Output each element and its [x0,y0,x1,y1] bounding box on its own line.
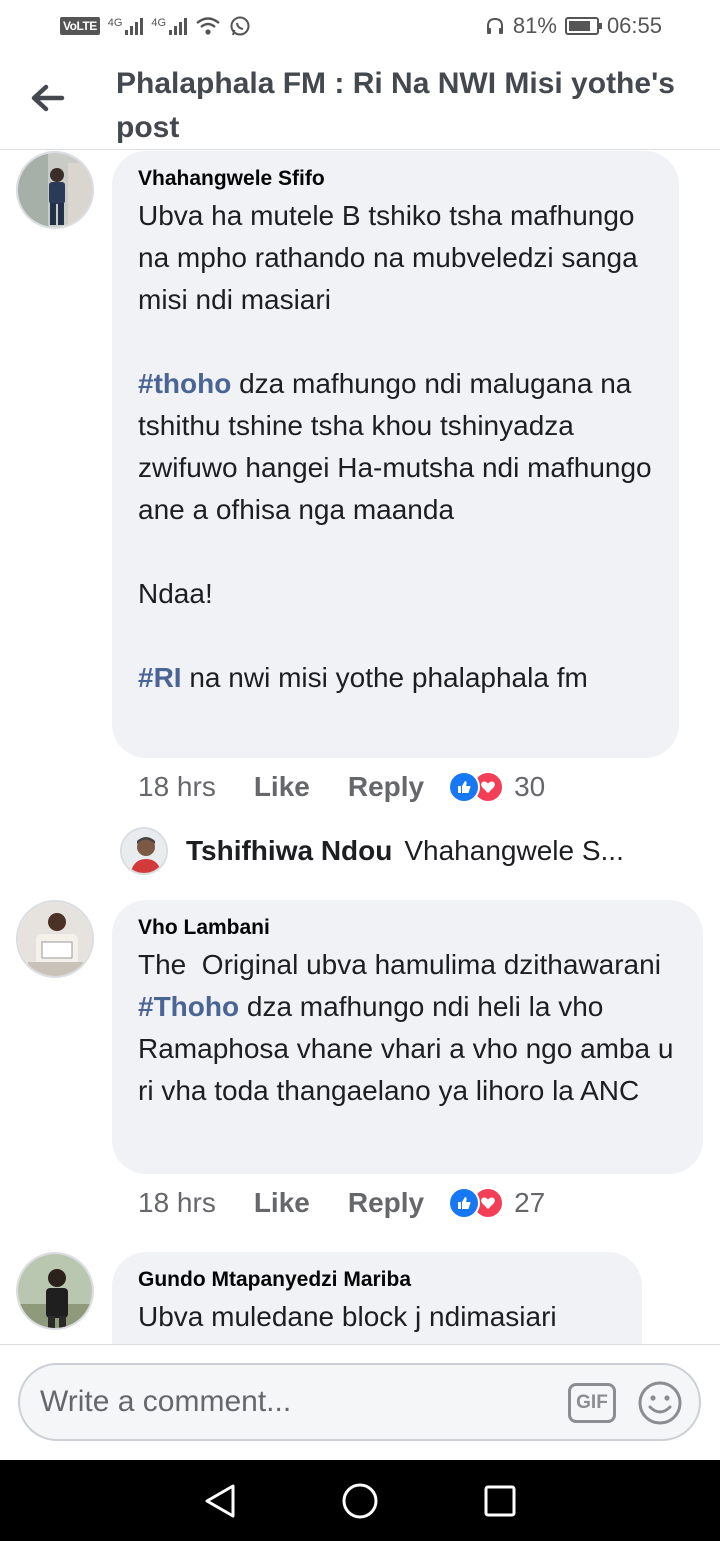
back-arrow-icon [31,84,65,112]
status-left: VoLTE 4G 4G [60,15,251,37]
volte-badge: VoLTE [60,17,100,35]
like-reaction-icon [448,771,481,803]
person-photo-icon [122,829,166,873]
reaction-count[interactable]: 27 [514,1187,545,1219]
page-header: Phalaphala FM : Ri Na NWI Misi yothe's p… [0,52,720,150]
comment-paragraph: Ubva muledane block j ndimasiari [138,1296,616,1338]
battery-icon [564,17,602,35]
status-right: 81% 06:55 [485,13,662,39]
comment-text-segment: The Original ubva hamulima dzithawarani [138,949,669,980]
comment-author[interactable]: Vhahangwele Sfifo [138,167,653,191]
comment-paragraph: Ndaa! [138,573,653,615]
reply-button[interactable]: Reply [348,1187,424,1219]
back-button[interactable] [28,80,68,116]
comment-list[interactable]: Vhahangwele Sfifo Ubva ha mutele B tshik… [0,151,720,1344]
person-photo-icon [18,902,92,976]
nav-recents-button[interactable] [480,1481,520,1521]
comment-time[interactable]: 18 hrs [138,771,216,803]
comment-paragraph: #RI na nwi misi yothe phalaphala fm [138,657,653,699]
hashtag-link[interactable]: #thoho [138,368,231,399]
comment-composer: Write a comment... GIF [0,1344,720,1460]
comment-bubble[interactable]: Gundo Mtapanyedzi Mariba Ubva muledane b… [112,1252,642,1344]
whatsapp-icon [230,16,250,36]
avatar[interactable] [16,1252,94,1330]
headphones-icon [486,17,503,34]
circle-home-icon [342,1483,378,1518]
avatar[interactable] [16,900,94,978]
reply-avatar[interactable] [120,827,168,875]
gif-button[interactable]: GIF [568,1383,616,1423]
status-bar: VoLTE 4G 4G 81% 06:55 [0,0,720,52]
like-button[interactable]: Like [254,771,310,803]
reaction-icons[interactable] [448,1187,505,1219]
comment-paragraph: Ubva ha mutele B tshiko tsha mafhungo na… [138,195,653,321]
comment-actions: 18 hrs Like Reply 27 [138,1187,545,1219]
wifi-icon [196,17,220,35]
comment-text: The Original ubva hamulima dzithawarani … [138,944,677,1112]
comment-text-segment: Ndaa! [138,578,213,609]
like-button[interactable]: Like [254,1187,310,1219]
system-nav-bar [0,1460,720,1541]
reply-author[interactable]: Tshifhiwa Ndou [186,835,392,867]
battery-percent: 81% [512,13,557,38]
comment-paragraph: The Original ubva hamulima dzithawarani … [138,944,677,1112]
triangle-back-icon [205,1484,235,1517]
reply-button[interactable]: Reply [348,771,424,803]
signal-icon-2: 4G [151,17,188,35]
comment-text: Ubva ha mutele B tshiko tsha mafhungo na… [138,195,653,699]
avatar[interactable] [16,151,94,229]
reaction-count[interactable]: 30 [514,771,545,803]
battery-level [568,21,590,31]
clock: 06:55 [606,13,662,38]
nav-home-button[interactable] [340,1481,380,1521]
network-type-2: 4G [151,17,167,29]
comment-text: Ubva muledane block j ndimasiari [138,1296,616,1338]
person-photo-icon [18,153,92,227]
comment-author[interactable]: Vho Lambani [138,916,677,940]
reaction-icons[interactable] [448,771,505,803]
square-recents-icon [484,1485,516,1516]
hashtag-link[interactable]: #RI [138,662,182,693]
comment-text-segment: Ubva muledane block j ndimasiari [138,1301,557,1332]
page-title: Phalaphala FM : Ri Na NWI Misi yothe's p… [116,67,675,144]
reply-snippet: Vhahangwele S... [404,835,624,866]
comment-author[interactable]: Gundo Mtapanyedzi Mariba [138,1268,616,1292]
reply-preview[interactable]: Tshifhiwa Ndou Vhahangwele S... [120,827,624,875]
smiley-icon [638,1381,682,1425]
comment-time[interactable]: 18 hrs [138,1187,216,1219]
signal-icon: 4G [108,17,144,35]
emoji-button[interactable] [636,1379,684,1427]
person-photo-icon [18,1254,92,1328]
comment-bubble[interactable]: Vhahangwele Sfifo Ubva ha mutele B tshik… [112,151,679,758]
comment-actions: 18 hrs Like Reply 30 [138,771,545,803]
comment-paragraph: #thoho dza mafhungo ndi malugana na tshi… [138,363,653,531]
comment-text-segment: na nwi misi yothe phalaphala fm [181,662,588,693]
nav-back-button[interactable] [200,1481,240,1521]
comment-text-segment: Ubva ha mutele B tshiko tsha mafhungo na… [138,200,646,315]
comment-bubble[interactable]: Vho Lambani The Original ubva hamulima d… [112,900,703,1174]
hashtag-link[interactable]: #Thoho [138,991,239,1022]
network-type-1: 4G [107,17,123,29]
like-reaction-icon [448,1187,481,1219]
comment-placeholder: Write a comment... [40,1385,292,1418]
